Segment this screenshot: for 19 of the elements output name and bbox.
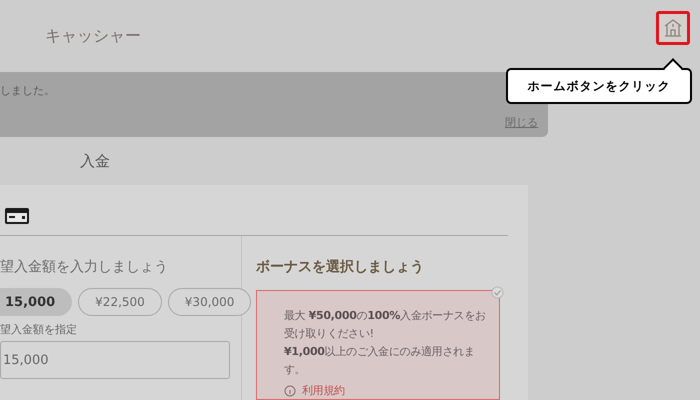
close-link[interactable]: 閉じる [505, 115, 538, 130]
amount-option[interactable]: ¥30,000 [168, 288, 252, 316]
info-icon [284, 384, 296, 396]
tooltip-text: ホームボタンをクリック [528, 78, 670, 94]
amount-heading: 望入金額を入力しましょう [0, 258, 169, 276]
terms-link[interactable]: 利用規約 [302, 383, 345, 398]
deposit-tab[interactable]: 入金 [80, 152, 110, 170]
credit-card-icon [4, 207, 30, 225]
amount-option[interactable]: 15,000 [0, 288, 72, 316]
amount-input-field[interactable]: 15,000 [0, 341, 230, 379]
home-button[interactable] [656, 10, 690, 44]
amount-option[interactable]: ¥22,500 [78, 288, 162, 316]
home-icon [663, 18, 683, 38]
notice-text: しました。 [0, 84, 55, 97]
custom-amount-label: 望入金額を指定 [0, 322, 78, 337]
bonus-heading: ボーナスを選択しましょう [256, 258, 425, 276]
page-title: キャッシャー [45, 26, 141, 46]
check-icon [491, 286, 504, 299]
bonus-description: 最大 ¥50,000の100%入金ボーナスをお受け取りください! ¥1,000以上のご入金にのみ適用されます。 [284, 308, 487, 378]
